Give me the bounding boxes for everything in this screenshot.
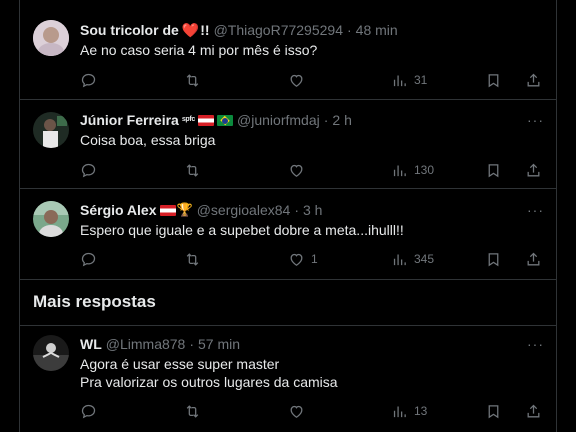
avatar[interactable] [33, 201, 69, 237]
post-text: Coisa boa, essa briga [80, 132, 216, 148]
bookmark-button[interactable] [485, 160, 502, 180]
heart-icon [290, 253, 303, 266]
timestamp[interactable]: 48 min [356, 20, 398, 40]
views-button[interactable]: 31 [391, 70, 427, 90]
action-bar: 1 345 [80, 249, 544, 269]
sao-paulo-flag-icon [198, 114, 215, 126]
repost-icon [186, 252, 199, 266]
repost-button[interactable] [184, 160, 201, 180]
trophy-icon: 🏆 [176, 202, 193, 217]
views-count: 13 [414, 404, 428, 418]
sao-paulo-flag-icon [159, 204, 176, 216]
repost-button[interactable] [184, 249, 201, 269]
share-button[interactable] [525, 160, 542, 180]
post-text: Ae no caso seria 4 mi por mês é isso? [80, 42, 318, 58]
more-options-icon[interactable]: ··· [527, 202, 544, 218]
separator: · [294, 202, 299, 218]
brazil-flag-icon [217, 114, 234, 126]
spfc-badge: spfc [181, 116, 196, 123]
like-button[interactable] [288, 401, 311, 421]
reply-icon [81, 163, 96, 177]
heart-icon [290, 405, 303, 418]
reply-post[interactable]: Júnior Ferreira spfc @juniorfmdaj · 2 h … [20, 100, 556, 189]
views-count: 345 [414, 252, 435, 266]
share-button[interactable] [525, 401, 542, 421]
views-chart-icon [393, 75, 406, 86]
like-button[interactable] [288, 70, 311, 90]
action-bar: 130 [80, 160, 544, 180]
separator: · [323, 112, 329, 128]
share-button[interactable] [525, 249, 542, 269]
heart-icon [290, 74, 303, 87]
share-icon [527, 404, 540, 417]
reply-post[interactable]: Sou tricolor de ❤️ !! @ThiagoR77295294 ·… [20, 0, 556, 100]
heart-icon [290, 164, 303, 177]
views-button[interactable]: 130 [391, 160, 434, 180]
reply-post[interactable]: WL @Limma878 · 57 min ··· Agora é usar e… [20, 326, 556, 432]
repost-button[interactable] [184, 70, 201, 90]
avatar[interactable] [33, 20, 69, 56]
like-button[interactable]: 1 [288, 249, 318, 269]
author-name[interactable]: WL [80, 334, 102, 354]
bookmark-button[interactable] [485, 70, 502, 90]
timestamp[interactable]: 57 min [198, 334, 240, 354]
views-chart-icon [393, 406, 406, 417]
more-options-icon[interactable]: ··· [527, 112, 544, 128]
author-handle[interactable]: @ThiagoR77295294 [214, 20, 343, 40]
bookmark-icon [488, 404, 499, 418]
timestamp[interactable]: 3 h [303, 200, 322, 220]
separator: · [346, 22, 352, 38]
action-bar: 13 [80, 401, 544, 421]
repost-button[interactable] [184, 401, 201, 421]
reply-icon [81, 252, 96, 266]
reply-button[interactable] [80, 160, 97, 180]
author-name-suffix: !! [200, 22, 210, 38]
like-button[interactable] [288, 160, 311, 180]
author-handle[interactable]: @juniorfmdaj [237, 110, 320, 130]
author-name[interactable]: Júnior Ferreira [80, 110, 179, 130]
bookmark-button[interactable] [485, 249, 502, 269]
views-button[interactable]: 13 [391, 401, 427, 421]
bookmark-icon [488, 163, 499, 177]
views-chart-icon [393, 165, 406, 176]
author-name[interactable]: Sou tricolor de [80, 20, 179, 40]
replies-column: Sou tricolor de ❤️ !! @ThiagoR77295294 ·… [19, 0, 557, 432]
bookmark-icon [488, 252, 499, 266]
share-icon [527, 163, 540, 176]
avatar[interactable] [33, 112, 69, 148]
repost-icon [186, 163, 199, 177]
views-count: 130 [414, 163, 435, 177]
timestamp[interactable]: 2 h [332, 110, 351, 130]
views-count: 31 [414, 73, 428, 87]
share-icon [527, 73, 540, 86]
avatar[interactable] [33, 335, 69, 371]
more-options-icon[interactable]: ··· [527, 336, 544, 352]
repost-icon [186, 404, 199, 418]
reply-button[interactable] [80, 249, 97, 269]
reply-post[interactable]: Sérgio Alex 🏆 @sergioalex84 · 3 h ··· Es… [20, 189, 556, 280]
post-text: Espero que iguale e a supebet dobre a me… [80, 222, 404, 238]
post-text: Agora é usar esse super master Pra valor… [80, 356, 338, 390]
reply-icon [81, 73, 96, 87]
section-title: Mais respostas [33, 292, 156, 311]
action-bar: 31 [80, 70, 544, 90]
repost-icon [186, 73, 199, 87]
share-button[interactable] [525, 70, 542, 90]
bookmark-icon [488, 73, 499, 87]
share-icon [527, 252, 540, 265]
reply-icon [81, 404, 96, 418]
views-button[interactable]: 345 [391, 249, 434, 269]
more-replies-section: Mais respostas [20, 280, 556, 326]
reply-button[interactable] [80, 401, 97, 421]
separator: · [189, 336, 195, 352]
author-handle[interactable]: @Limma878 [106, 334, 186, 354]
bookmark-button[interactable] [485, 401, 502, 421]
like-count: 1 [311, 252, 318, 266]
heart-emoji-icon: ❤️ [181, 22, 200, 38]
author-handle[interactable]: @sergioalex84 [197, 200, 291, 220]
author-name[interactable]: Sérgio Alex [80, 200, 157, 220]
reply-button[interactable] [80, 70, 97, 90]
views-chart-icon [393, 254, 406, 265]
